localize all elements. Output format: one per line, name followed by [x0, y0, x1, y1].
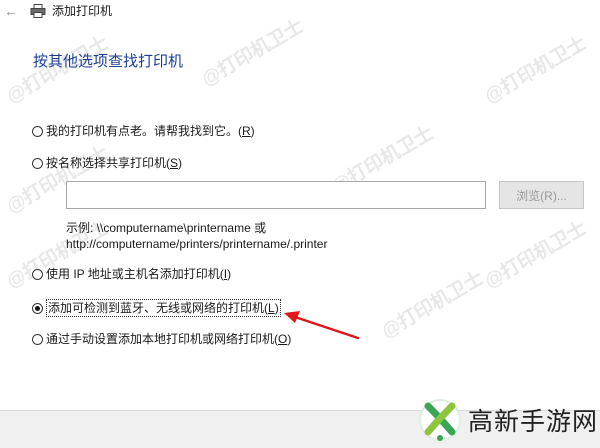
brand-watermark: 高新手游网: [418, 395, 598, 445]
red-arrow-icon: [284, 311, 360, 340]
brand-name: 高新手游网: [468, 408, 599, 436]
brand-logo-icon: [419, 399, 461, 441]
